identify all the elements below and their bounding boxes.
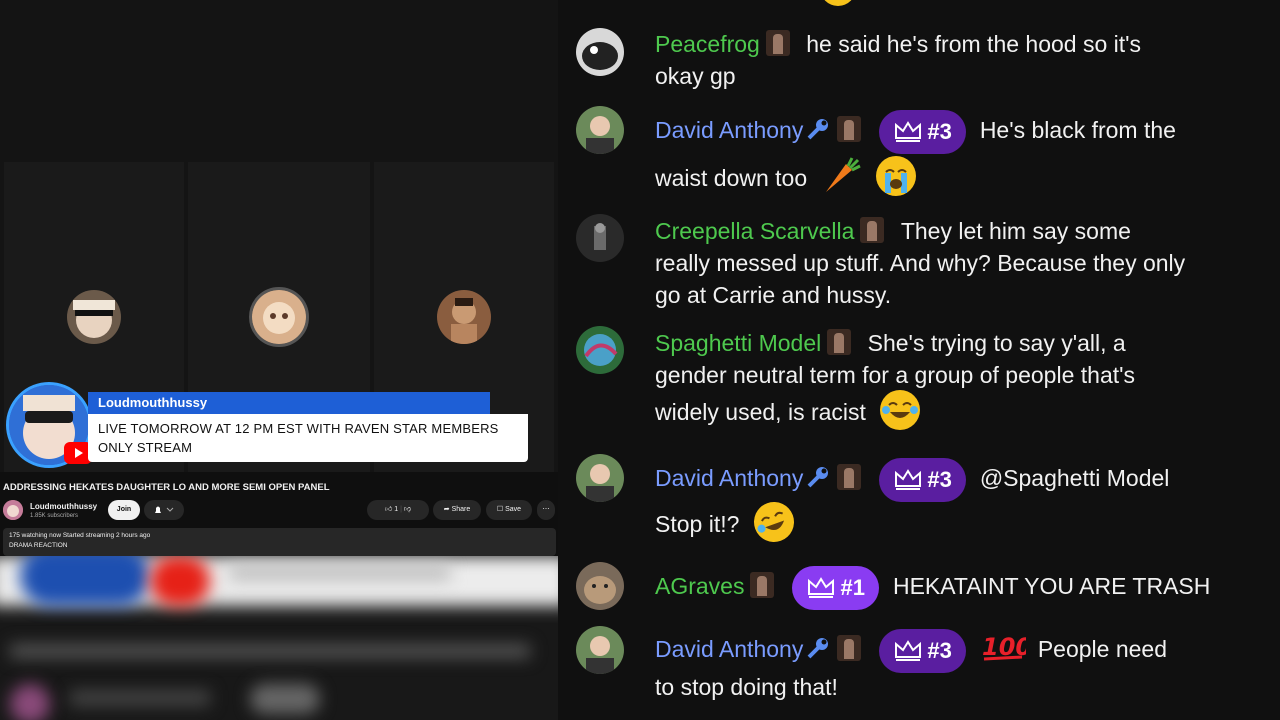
wrench-icon	[805, 116, 831, 142]
message-text: @Spaghetti Model	[979, 465, 1170, 492]
membership-rank-badge: #3	[879, 629, 966, 673]
more-options-button[interactable]: ⋯	[537, 500, 555, 520]
message-text: okay gp	[655, 63, 736, 89]
member-badge-icon	[837, 635, 862, 662]
banner-name: Loudmouthhussy	[88, 392, 490, 414]
stream-banner-overlay: Loudmouthhussy LIVE TOMORROW AT 12 PM ES…	[6, 382, 530, 468]
watching-stats: 175 watching now Started streaming 2 hou…	[9, 532, 151, 539]
thumbs-down-icon: 👎︎	[403, 506, 411, 513]
subscriber-count: 1.85K subscribers	[30, 513, 79, 519]
author-avatar[interactable]	[576, 106, 624, 154]
live-chat: Peacefrog he said he's from the hood so …	[558, 0, 1280, 720]
share-icon: ➦	[443, 506, 450, 513]
message-text: waist down too	[655, 165, 808, 191]
description-box[interactable]: 175 watching now Started streaming 2 hou…	[3, 528, 556, 556]
joy-emoji	[880, 390, 921, 430]
member-badge-icon	[765, 30, 790, 56]
loudly-crying-emoji	[875, 156, 916, 196]
author-name[interactable]: Creepella Scarvella	[655, 218, 854, 244]
channel-name[interactable]: Loudmouthhussy	[30, 502, 97, 511]
partial-emoji	[820, 0, 856, 6]
membership-rank: #3	[927, 638, 952, 663]
membership-rank-badge: #3	[879, 458, 966, 502]
save-label: Save	[505, 506, 522, 513]
crown-icon	[893, 632, 923, 661]
message-text: go at Carrie and hussy.	[655, 282, 892, 308]
membership-rank: #3	[927, 467, 952, 492]
message-text: really messed up stuff. And why? Because…	[655, 250, 1186, 276]
channel-avatar[interactable]	[3, 500, 23, 520]
author-avatar[interactable]	[576, 454, 624, 502]
description-tag: DRAMA REACTION	[9, 542, 68, 549]
video-title: ADDRESSING HEKATES DAUGHTER LO AND MORE …	[3, 482, 330, 493]
crown-icon	[893, 113, 923, 142]
message-text: to stop doing that!	[655, 674, 838, 700]
author-avatar[interactable]	[576, 28, 624, 76]
bell-icon	[155, 506, 174, 513]
crown-icon	[806, 569, 836, 598]
author-name[interactable]: David Anthony	[655, 636, 803, 662]
blurred-recommendations	[0, 556, 558, 720]
message-text: People need	[1037, 636, 1167, 663]
like-dislike-button[interactable]: 👍︎ 1 | 👎︎	[367, 500, 429, 520]
author-name[interactable]: AGraves	[655, 573, 744, 599]
member-badge-icon	[837, 464, 862, 491]
hundred-points-emoji: 100	[980, 629, 1032, 663]
message-text: She's trying to say y'all, a	[867, 330, 1126, 356]
crown-icon	[893, 461, 923, 490]
like-count: 1	[394, 506, 399, 513]
wrench-icon	[805, 464, 831, 490]
banner-message: LIVE TOMORROW AT 12 PM EST WITH RAVEN ST…	[88, 414, 528, 462]
share-button[interactable]: ➦ Share	[433, 500, 481, 520]
video-panel: Loudmouthhussy LIVE TOMORROW AT 12 PM ES…	[0, 0, 558, 720]
join-button[interactable]: Join	[108, 500, 140, 520]
author-name[interactable]: Peacefrog	[655, 31, 760, 57]
member-badge-icon	[827, 329, 852, 355]
message-text: he said he's from the hood so it's	[806, 31, 1142, 57]
participant-avatar	[249, 287, 309, 347]
message-text: HEKATAINT YOU ARE TRASH	[892, 573, 1211, 600]
membership-rank: #1	[840, 575, 865, 600]
membership-rank-badge: #3	[879, 110, 966, 154]
carrot-emoji	[822, 156, 862, 196]
message-text: widely used, is racist	[655, 399, 866, 425]
rofl-emoji	[748, 496, 800, 548]
bookmark-icon: ☐	[496, 506, 504, 513]
video-metadata: ADDRESSING HEKATES DAUGHTER LO AND MORE …	[0, 472, 558, 560]
member-badge-icon	[837, 116, 862, 143]
notification-bell-button[interactable]	[144, 500, 184, 520]
author-avatar[interactable]	[576, 562, 624, 610]
message-text: He's black from the	[979, 117, 1176, 144]
member-badge-icon	[860, 217, 885, 243]
membership-rank-badge: #1	[792, 566, 879, 610]
member-badge-icon	[750, 572, 775, 599]
author-avatar[interactable]	[576, 214, 624, 262]
save-button[interactable]: ☐ Save	[486, 500, 532, 520]
video-player[interactable]: Loudmouthhussy LIVE TOMORROW AT 12 PM ES…	[0, 0, 558, 472]
thumbs-up-icon: 👍︎	[384, 506, 393, 513]
author-name[interactable]: David Anthony	[655, 465, 803, 491]
message-text: Stop it!?	[655, 511, 740, 537]
share-label: Share	[451, 506, 471, 513]
author-name[interactable]: David Anthony	[655, 117, 803, 143]
wrench-icon	[805, 635, 831, 661]
author-avatar[interactable]	[576, 326, 624, 374]
author-name[interactable]: Spaghetti Model	[655, 330, 821, 356]
participant-avatar	[437, 290, 491, 344]
message-text: gender neutral term for a group of peopl…	[655, 362, 1136, 388]
participant-avatar	[67, 290, 121, 344]
membership-rank: #3	[927, 119, 952, 144]
author-avatar[interactable]	[576, 626, 624, 674]
message-text: They let him say some	[900, 218, 1131, 244]
